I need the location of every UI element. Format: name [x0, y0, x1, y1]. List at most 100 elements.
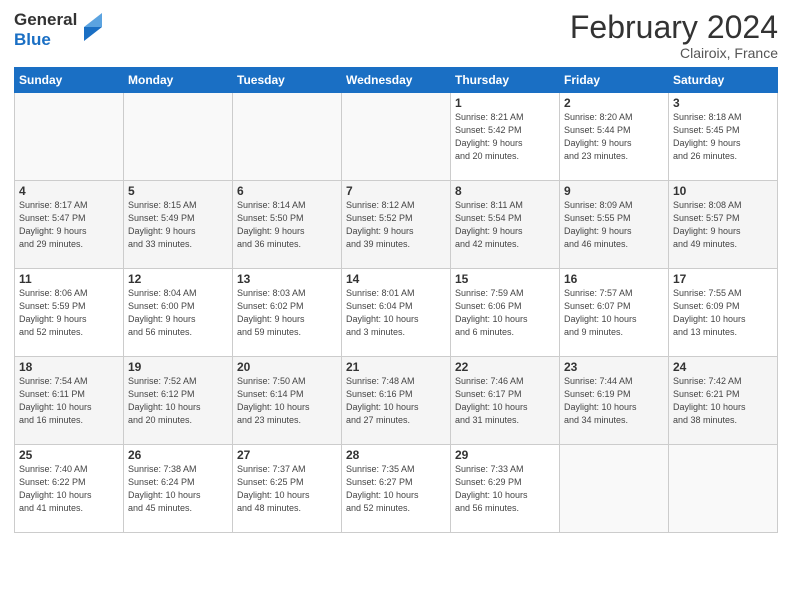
day-number: 8 [455, 184, 555, 198]
day-info: Sunrise: 7:40 AM Sunset: 6:22 PM Dayligh… [19, 463, 119, 515]
day-info: Sunrise: 7:35 AM Sunset: 6:27 PM Dayligh… [346, 463, 446, 515]
day-number: 20 [237, 360, 337, 374]
day-info: Sunrise: 7:52 AM Sunset: 6:12 PM Dayligh… [128, 375, 228, 427]
calendar-cell: 25Sunrise: 7:40 AM Sunset: 6:22 PM Dayli… [15, 445, 124, 533]
day-info: Sunrise: 7:54 AM Sunset: 6:11 PM Dayligh… [19, 375, 119, 427]
calendar-cell [669, 445, 778, 533]
calendar-cell: 10Sunrise: 8:08 AM Sunset: 5:57 PM Dayli… [669, 181, 778, 269]
weekday-header: Wednesday [342, 68, 451, 93]
day-number: 23 [564, 360, 664, 374]
calendar-cell: 24Sunrise: 7:42 AM Sunset: 6:21 PM Dayli… [669, 357, 778, 445]
day-info: Sunrise: 8:04 AM Sunset: 6:00 PM Dayligh… [128, 287, 228, 339]
logo: General Blue [14, 10, 104, 49]
day-info: Sunrise: 8:09 AM Sunset: 5:55 PM Dayligh… [564, 199, 664, 251]
weekday-header: Saturday [669, 68, 778, 93]
day-number: 12 [128, 272, 228, 286]
day-number: 10 [673, 184, 773, 198]
day-info: Sunrise: 7:42 AM Sunset: 6:21 PM Dayligh… [673, 375, 773, 427]
calendar-cell: 20Sunrise: 7:50 AM Sunset: 6:14 PM Dayli… [233, 357, 342, 445]
day-number: 14 [346, 272, 446, 286]
calendar-cell [342, 93, 451, 181]
calendar-week-row: 4Sunrise: 8:17 AM Sunset: 5:47 PM Daylig… [15, 181, 778, 269]
calendar-cell: 2Sunrise: 8:20 AM Sunset: 5:44 PM Daylig… [560, 93, 669, 181]
calendar-cell [560, 445, 669, 533]
calendar-cell: 18Sunrise: 7:54 AM Sunset: 6:11 PM Dayli… [15, 357, 124, 445]
day-number: 26 [128, 448, 228, 462]
day-info: Sunrise: 7:44 AM Sunset: 6:19 PM Dayligh… [564, 375, 664, 427]
calendar-cell: 29Sunrise: 7:33 AM Sunset: 6:29 PM Dayli… [451, 445, 560, 533]
calendar-cell [124, 93, 233, 181]
calendar-week-row: 18Sunrise: 7:54 AM Sunset: 6:11 PM Dayli… [15, 357, 778, 445]
header: General Blue February 2024 Clairoix, Fra… [14, 10, 778, 61]
day-info: Sunrise: 7:59 AM Sunset: 6:06 PM Dayligh… [455, 287, 555, 339]
day-info: Sunrise: 8:01 AM Sunset: 6:04 PM Dayligh… [346, 287, 446, 339]
logo-blue: Blue [14, 30, 77, 50]
day-number: 15 [455, 272, 555, 286]
day-number: 6 [237, 184, 337, 198]
weekday-header: Tuesday [233, 68, 342, 93]
day-info: Sunrise: 7:46 AM Sunset: 6:17 PM Dayligh… [455, 375, 555, 427]
calendar-cell: 19Sunrise: 7:52 AM Sunset: 6:12 PM Dayli… [124, 357, 233, 445]
calendar-cell: 13Sunrise: 8:03 AM Sunset: 6:02 PM Dayli… [233, 269, 342, 357]
day-info: Sunrise: 8:08 AM Sunset: 5:57 PM Dayligh… [673, 199, 773, 251]
day-number: 29 [455, 448, 555, 462]
day-info: Sunrise: 7:55 AM Sunset: 6:09 PM Dayligh… [673, 287, 773, 339]
day-number: 18 [19, 360, 119, 374]
day-number: 27 [237, 448, 337, 462]
day-number: 19 [128, 360, 228, 374]
day-number: 7 [346, 184, 446, 198]
day-info: Sunrise: 8:18 AM Sunset: 5:45 PM Dayligh… [673, 111, 773, 163]
day-info: Sunrise: 8:11 AM Sunset: 5:54 PM Dayligh… [455, 199, 555, 251]
day-info: Sunrise: 8:14 AM Sunset: 5:50 PM Dayligh… [237, 199, 337, 251]
calendar-cell: 15Sunrise: 7:59 AM Sunset: 6:06 PM Dayli… [451, 269, 560, 357]
calendar-cell: 27Sunrise: 7:37 AM Sunset: 6:25 PM Dayli… [233, 445, 342, 533]
day-number: 11 [19, 272, 119, 286]
calendar-cell: 5Sunrise: 8:15 AM Sunset: 5:49 PM Daylig… [124, 181, 233, 269]
calendar-week-row: 25Sunrise: 7:40 AM Sunset: 6:22 PM Dayli… [15, 445, 778, 533]
day-number: 28 [346, 448, 446, 462]
day-info: Sunrise: 7:57 AM Sunset: 6:07 PM Dayligh… [564, 287, 664, 339]
calendar-week-row: 11Sunrise: 8:06 AM Sunset: 5:59 PM Dayli… [15, 269, 778, 357]
day-number: 13 [237, 272, 337, 286]
calendar-cell: 17Sunrise: 7:55 AM Sunset: 6:09 PM Dayli… [669, 269, 778, 357]
calendar-table: SundayMondayTuesdayWednesdayThursdayFrid… [14, 67, 778, 533]
day-info: Sunrise: 7:37 AM Sunset: 6:25 PM Dayligh… [237, 463, 337, 515]
day-info: Sunrise: 8:03 AM Sunset: 6:02 PM Dayligh… [237, 287, 337, 339]
title-block: February 2024 Clairoix, France [570, 10, 778, 61]
calendar-cell: 28Sunrise: 7:35 AM Sunset: 6:27 PM Dayli… [342, 445, 451, 533]
location: Clairoix, France [570, 45, 778, 61]
day-number: 5 [128, 184, 228, 198]
calendar-cell: 14Sunrise: 8:01 AM Sunset: 6:04 PM Dayli… [342, 269, 451, 357]
day-number: 21 [346, 360, 446, 374]
day-number: 3 [673, 96, 773, 110]
day-number: 22 [455, 360, 555, 374]
day-info: Sunrise: 8:15 AM Sunset: 5:49 PM Dayligh… [128, 199, 228, 251]
calendar-cell: 3Sunrise: 8:18 AM Sunset: 5:45 PM Daylig… [669, 93, 778, 181]
weekday-header: Thursday [451, 68, 560, 93]
day-info: Sunrise: 8:06 AM Sunset: 5:59 PM Dayligh… [19, 287, 119, 339]
day-info: Sunrise: 7:48 AM Sunset: 6:16 PM Dayligh… [346, 375, 446, 427]
logo-icon [80, 13, 104, 43]
day-number: 2 [564, 96, 664, 110]
calendar-cell: 12Sunrise: 8:04 AM Sunset: 6:00 PM Dayli… [124, 269, 233, 357]
day-number: 9 [564, 184, 664, 198]
calendar-cell: 26Sunrise: 7:38 AM Sunset: 6:24 PM Dayli… [124, 445, 233, 533]
weekday-header: Friday [560, 68, 669, 93]
day-info: Sunrise: 8:20 AM Sunset: 5:44 PM Dayligh… [564, 111, 664, 163]
calendar-cell: 9Sunrise: 8:09 AM Sunset: 5:55 PM Daylig… [560, 181, 669, 269]
day-info: Sunrise: 8:12 AM Sunset: 5:52 PM Dayligh… [346, 199, 446, 251]
calendar-cell: 7Sunrise: 8:12 AM Sunset: 5:52 PM Daylig… [342, 181, 451, 269]
calendar-cell: 1Sunrise: 8:21 AM Sunset: 5:42 PM Daylig… [451, 93, 560, 181]
day-info: Sunrise: 8:17 AM Sunset: 5:47 PM Dayligh… [19, 199, 119, 251]
logo-general: General [14, 10, 77, 30]
calendar-cell: 4Sunrise: 8:17 AM Sunset: 5:47 PM Daylig… [15, 181, 124, 269]
day-info: Sunrise: 7:38 AM Sunset: 6:24 PM Dayligh… [128, 463, 228, 515]
calendar-cell: 23Sunrise: 7:44 AM Sunset: 6:19 PM Dayli… [560, 357, 669, 445]
weekday-header: Sunday [15, 68, 124, 93]
calendar-cell [15, 93, 124, 181]
month-title: February 2024 [570, 10, 778, 45]
calendar-cell: 8Sunrise: 8:11 AM Sunset: 5:54 PM Daylig… [451, 181, 560, 269]
calendar-cell: 21Sunrise: 7:48 AM Sunset: 6:16 PM Dayli… [342, 357, 451, 445]
weekday-header-row: SundayMondayTuesdayWednesdayThursdayFrid… [15, 68, 778, 93]
day-number: 4 [19, 184, 119, 198]
